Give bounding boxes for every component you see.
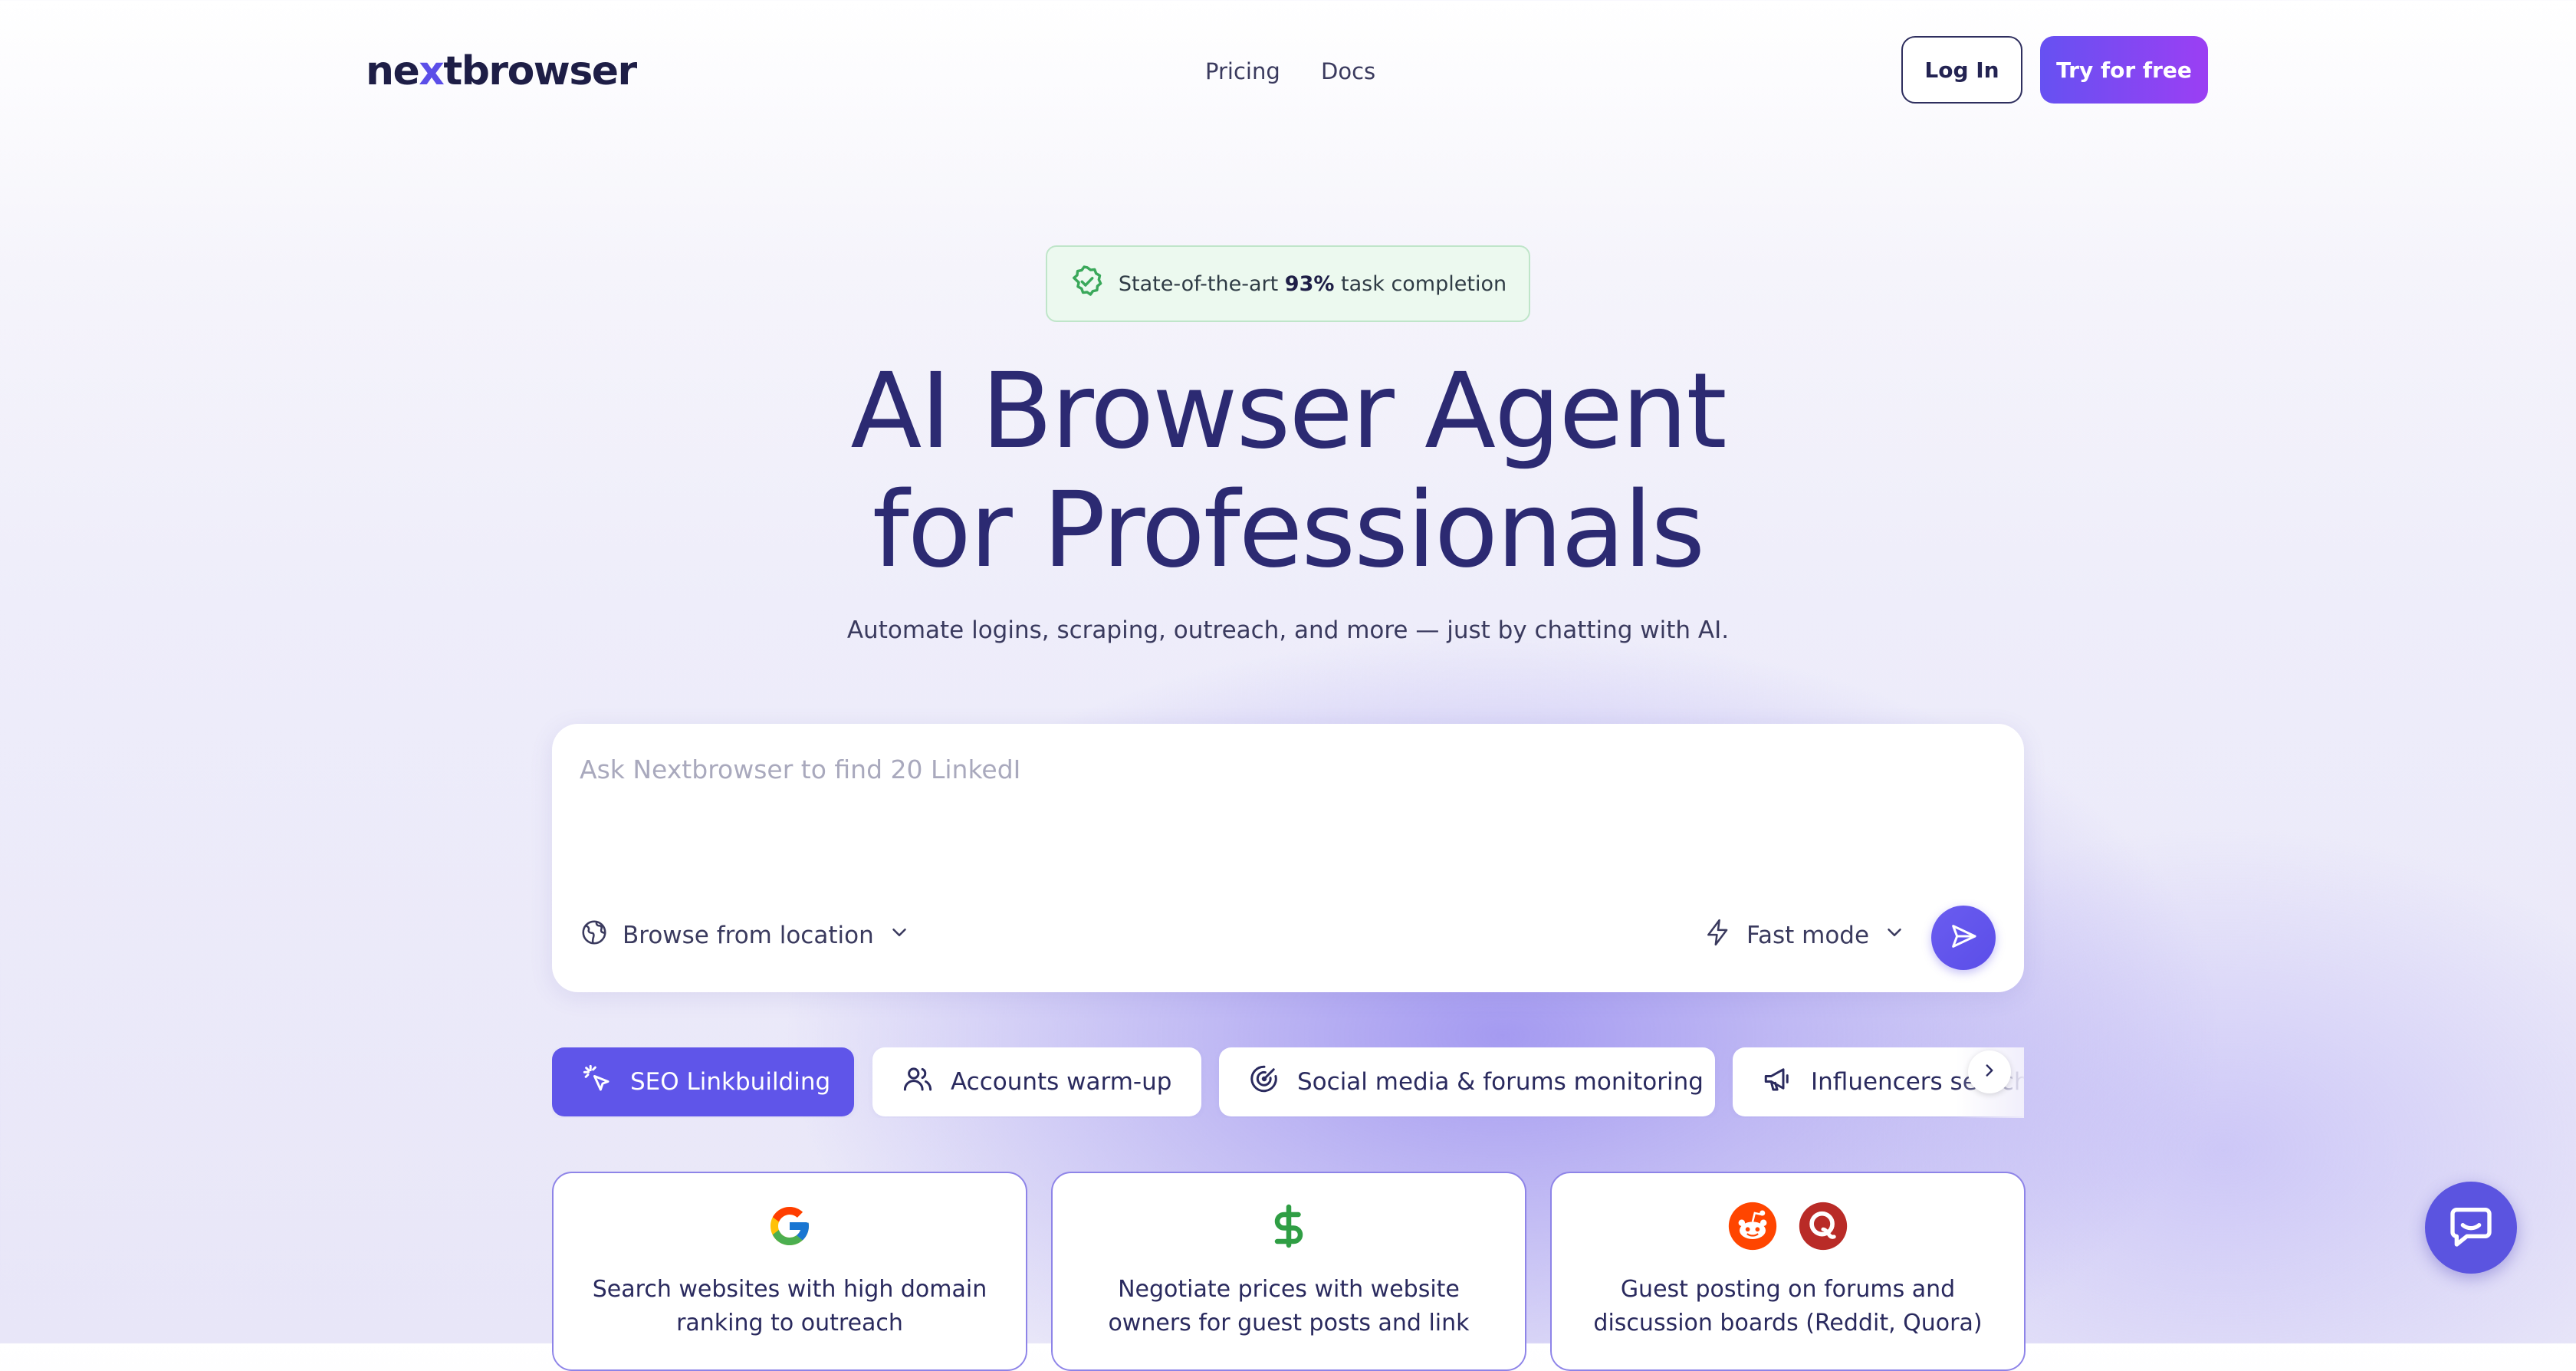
badge-suffix: task completion bbox=[1341, 271, 1507, 296]
tab-label: SEO Linkbuilding bbox=[630, 1068, 831, 1096]
chevron-right-icon bbox=[1980, 1060, 1999, 1083]
radar-icon bbox=[1248, 1063, 1280, 1101]
fast-mode-dropdown[interactable]: Fast mode bbox=[1704, 918, 1906, 953]
verified-check-icon bbox=[1070, 264, 1105, 304]
task-completion-badge: State-of-the-art 93% task completion bbox=[1046, 245, 1530, 322]
users-icon bbox=[902, 1063, 934, 1101]
tab-label: Accounts warm-up bbox=[951, 1068, 1172, 1096]
card-text: Guest posting on forums and discussion b… bbox=[1593, 1276, 1983, 1336]
globe-icon bbox=[580, 918, 609, 953]
nav-link-docs[interactable]: Docs bbox=[1321, 57, 1375, 86]
megaphone-icon bbox=[1762, 1063, 1794, 1101]
login-button[interactable]: Log In bbox=[1901, 36, 2022, 104]
chat-box: Browse from location Fast mode bbox=[552, 724, 2024, 992]
tabs-next-button[interactable] bbox=[1968, 1050, 2011, 1093]
card-text: Search websites with high domain ranking… bbox=[592, 1276, 987, 1336]
prompt-input[interactable] bbox=[580, 755, 1990, 847]
google-icon bbox=[767, 1203, 813, 1252]
badge-prefix: State-of-the-art bbox=[1118, 271, 1279, 296]
dollar-icon bbox=[1266, 1203, 1312, 1252]
use-case-card-search-websites[interactable]: Search websites with high domain ranking… bbox=[552, 1172, 1027, 1371]
reddit-icon bbox=[1727, 1200, 1779, 1255]
send-button[interactable] bbox=[1931, 906, 1996, 970]
tab-label: Social media & forums monitoring bbox=[1297, 1068, 1704, 1096]
logo[interactable]: nextbrowser bbox=[366, 48, 637, 95]
send-icon bbox=[1948, 921, 1979, 955]
nav-link-pricing[interactable]: Pricing bbox=[1205, 57, 1280, 86]
tab-social-media-monitoring[interactable]: Social media & forums monitoring bbox=[1219, 1047, 1715, 1116]
location-label: Browse from location bbox=[623, 922, 874, 949]
hero-title-line-1: AI Browser Agent bbox=[850, 351, 1727, 472]
logo-prefix: ne bbox=[366, 48, 420, 94]
try-for-free-button[interactable]: Try for free bbox=[2040, 36, 2208, 104]
use-case-tabs: SEO Linkbuilding Accounts warm-up Social… bbox=[552, 1047, 2024, 1118]
logo-suffix: tbrowser bbox=[443, 48, 637, 94]
card-text: Negotiate prices with website owners for… bbox=[1108, 1276, 1470, 1336]
chevron-down-icon bbox=[888, 921, 911, 950]
chat-bubble-icon bbox=[2446, 1202, 2496, 1254]
browse-from-location-dropdown[interactable]: Browse from location bbox=[580, 918, 911, 953]
hero-title-line-2: for Professionals bbox=[872, 470, 1705, 591]
mode-label: Fast mode bbox=[1746, 922, 1870, 949]
hero-subtitle: Automate logins, scraping, outreach, and… bbox=[846, 616, 1730, 644]
badge-highlight: 93% bbox=[1284, 271, 1335, 296]
use-case-card-guest-posting[interactable]: Guest posting on forums and discussion b… bbox=[1550, 1172, 2026, 1371]
tab-accounts-warm-up[interactable]: Accounts warm-up bbox=[872, 1047, 1201, 1116]
badge-text: State-of-the-art 93% task completion bbox=[1119, 272, 1506, 296]
chevron-down-icon bbox=[1883, 921, 1906, 950]
sparkle-cursor-icon bbox=[581, 1063, 613, 1101]
use-case-card-negotiate-prices[interactable]: Negotiate prices with website owners for… bbox=[1051, 1172, 1526, 1371]
logo-accent: x bbox=[419, 48, 445, 94]
quora-icon bbox=[1797, 1200, 1849, 1255]
lightning-icon bbox=[1704, 918, 1733, 953]
tab-seo-linkbuilding[interactable]: SEO Linkbuilding bbox=[552, 1047, 854, 1116]
support-chat-button[interactable] bbox=[2425, 1182, 2517, 1274]
